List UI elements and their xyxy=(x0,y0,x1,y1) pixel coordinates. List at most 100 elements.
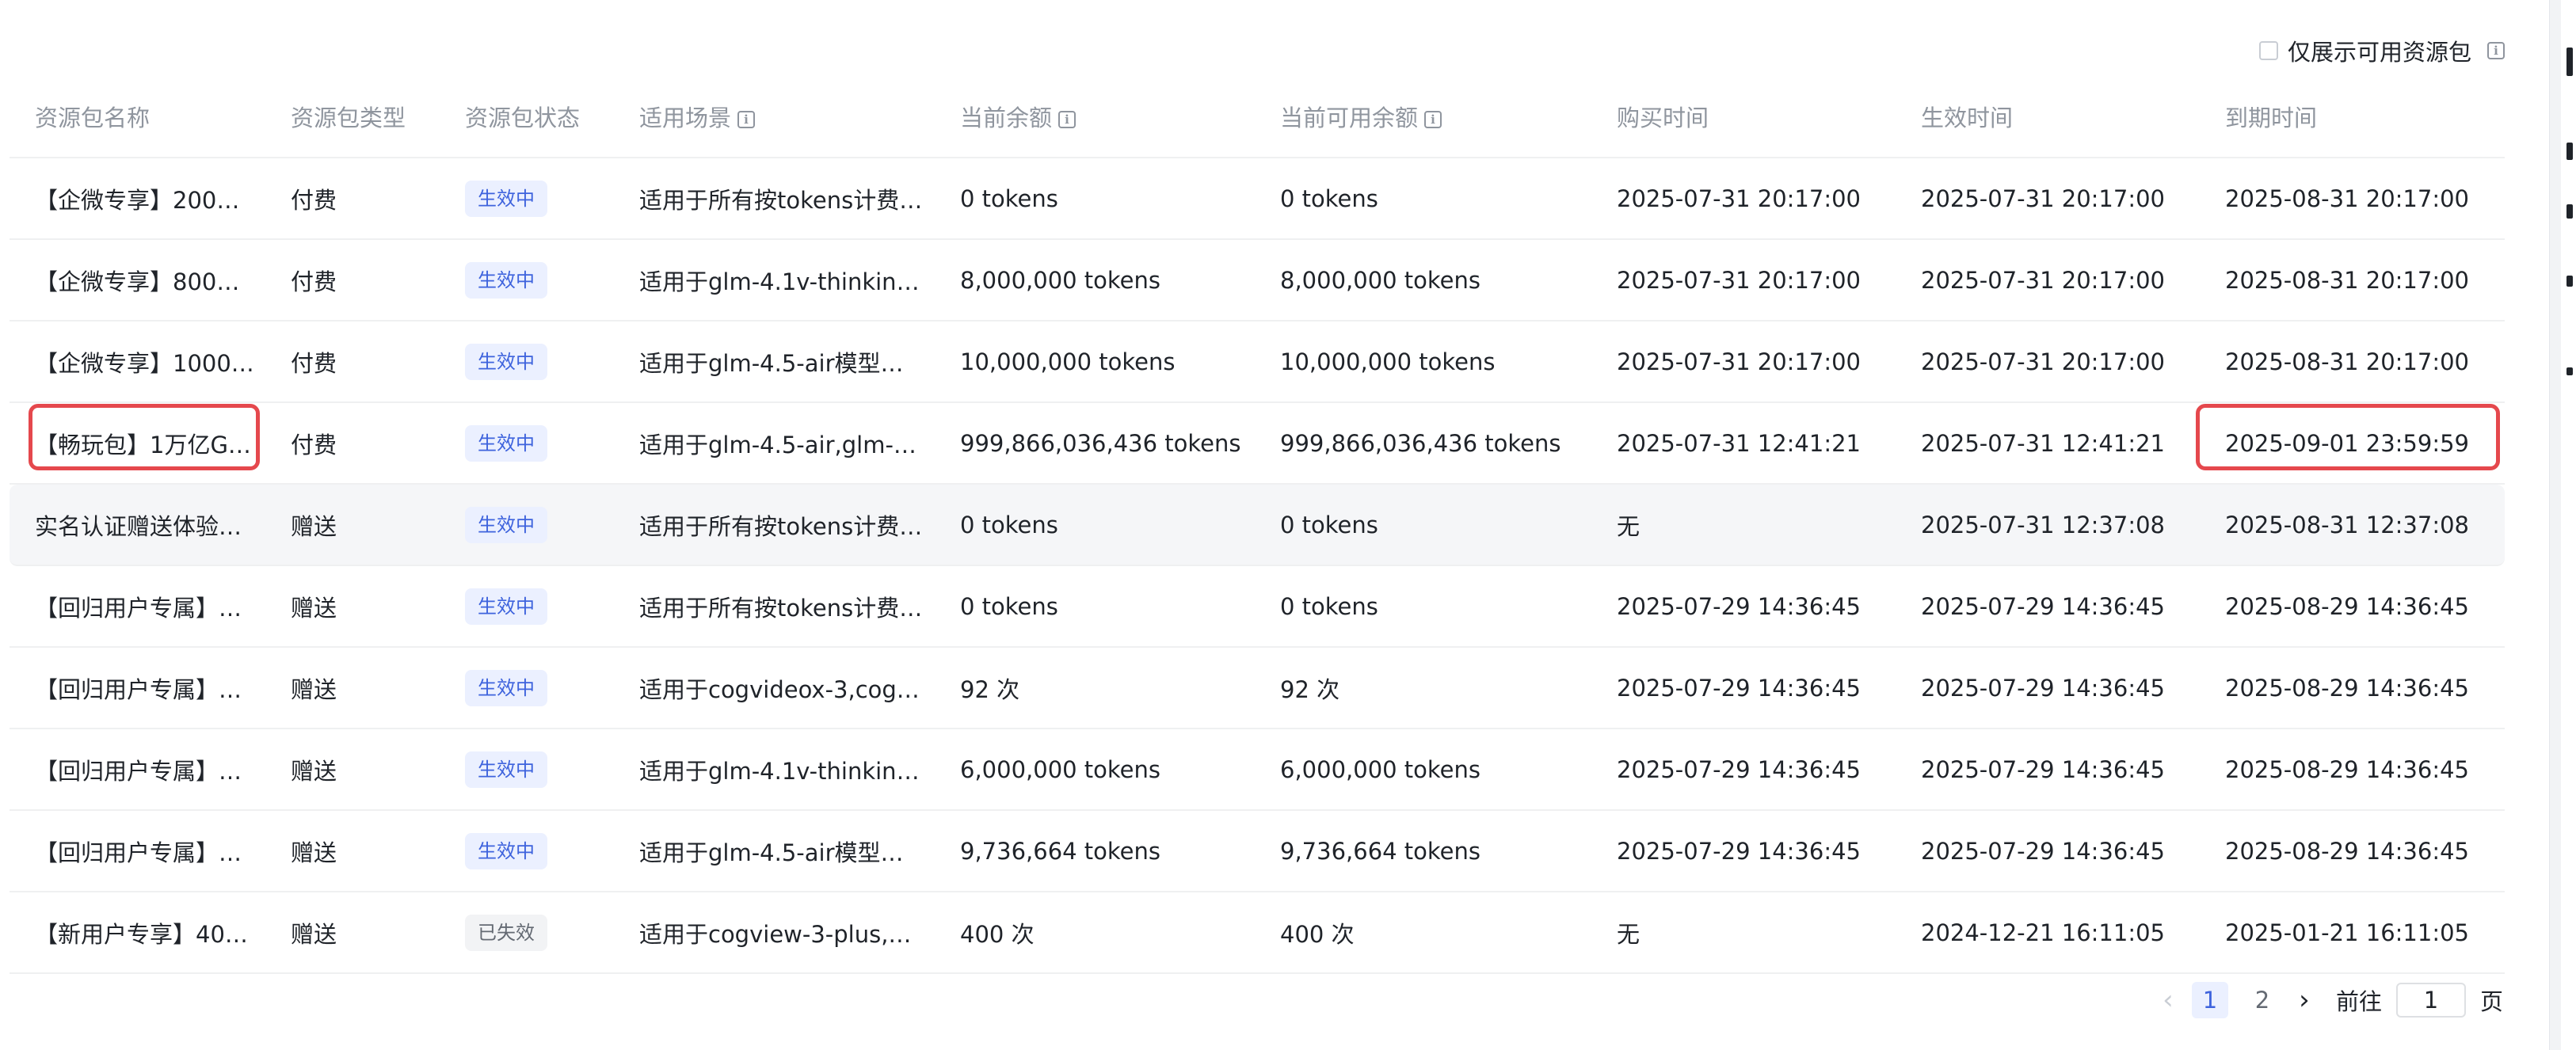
expiry-time-value: 2025-01-21 16:11:05 xyxy=(2225,919,2469,946)
applicable-scene-value: 适用于glm-4.1v-thinkin… xyxy=(639,757,920,785)
available-balance-value: 92 次 xyxy=(1280,675,1340,703)
status-badge: 生效中 xyxy=(465,669,547,706)
status-badge: 生效中 xyxy=(465,751,547,788)
applicable-scene-cell: 适用于所有按tokens计费… xyxy=(614,590,935,623)
package-type-cell: 赠送 xyxy=(265,508,440,542)
table-row[interactable]: 【企微专享】200… 付费 生效中 适用于所有按tokens计费… 0 tokens 0 … xyxy=(10,158,2505,240)
table-row[interactable]: 【企微专享】1000… 付费 生效中 适用于glm-4.5-air模型… 10,000,… xyxy=(10,321,2505,403)
purchase-time-cell: 2025-07-31 12:41:21 xyxy=(1591,430,1896,457)
purchase-time-value: 2025-07-29 14:36:45 xyxy=(1617,592,1861,620)
package-type-value: 付费 xyxy=(291,349,337,377)
available-balance-cell: 0 tokens xyxy=(1255,593,1591,620)
package-name-cell: 【企微专享】800… xyxy=(10,264,265,297)
package-name-value: 【企微专享】200… xyxy=(35,186,240,214)
header-purchase-time: 购买时间 xyxy=(1591,100,1896,133)
table-row[interactable]: 【企微专享】800… 付费 生效中 适用于glm-4.1v-thinkin… 8,000… xyxy=(10,240,2505,321)
effective-time-cell: 2025-07-29 14:36:45 xyxy=(1896,756,2200,783)
header-label: 到期时间 xyxy=(2225,105,2318,131)
header-label: 当前余额 xyxy=(960,105,1053,131)
table-row[interactable]: 【回归用户专属】… 赠送 生效中 适用于cogvideox-3,cog… 92 次 92 … xyxy=(10,648,2505,729)
package-type-value: 赠送 xyxy=(291,512,337,540)
current-balance-value: 8,000,000 tokens xyxy=(960,266,1161,294)
available-only-label: 仅展示可用资源包 xyxy=(2287,39,2471,66)
table-row[interactable]: 【回归用户专属】… 赠送 生效中 适用于所有按tokens计费… 0 tokens 0 t… xyxy=(10,566,2505,648)
available-only-filter[interactable]: 仅展示可用资源包 i xyxy=(2258,35,2505,67)
header-package-type: 资源包类型 xyxy=(265,100,440,133)
table-row[interactable]: 【回归用户专属】… 赠送 生效中 适用于glm-4.5-air模型… 9,736,664… xyxy=(10,811,2505,892)
expiry-time-value: 2025-09-01 23:59:59 xyxy=(2225,429,2469,457)
prev-page-icon[interactable]: ‹ xyxy=(2152,982,2184,1018)
package-name-value: 【回归用户专属】… xyxy=(35,839,242,866)
info-icon[interactable]: i xyxy=(1424,111,1442,128)
current-balance-value: 0 tokens xyxy=(960,185,1058,212)
applicable-scene-cell: 适用于cogview-3-plus,… xyxy=(614,916,935,949)
info-icon[interactable]: i xyxy=(737,111,756,128)
table-row[interactable]: 实名认证赠送体验… 赠送 生效中 适用于所有按tokens计费… 0 tokens 0 t… xyxy=(10,485,2505,566)
next-page-icon[interactable]: › xyxy=(2288,982,2320,1018)
table-row[interactable]: 【新用户专享】40… 赠送 已失效 适用于cogview-3-plus,… 400 次 4… xyxy=(10,892,2505,974)
purchase-time-cell: 无 xyxy=(1591,916,1896,949)
package-name-value: 【畅玩包】1万亿G… xyxy=(35,431,251,458)
effective-time-value: 2025-07-31 12:41:21 xyxy=(1921,429,2165,457)
available-balance-cell: 400 次 xyxy=(1255,916,1591,949)
effective-time-value: 2025-07-31 20:17:00 xyxy=(1921,348,2165,375)
expiry-time-value: 2025-08-31 20:17:00 xyxy=(2225,348,2469,375)
header-applicable-scene: 适用场景 i xyxy=(614,100,935,133)
effective-time-cell: 2025-07-29 14:36:45 xyxy=(1896,838,2200,865)
package-type-cell: 付费 xyxy=(265,427,440,460)
expiry-time-value: 2025-08-29 14:36:45 xyxy=(2225,837,2469,865)
status-badge: 生效中 xyxy=(465,261,547,299)
package-type-cell: 赠送 xyxy=(265,753,440,786)
page-2-button[interactable]: 2 xyxy=(2244,982,2281,1018)
package-type-value: 赠送 xyxy=(291,594,337,622)
current-balance-value: 999,866,036,436 tokens xyxy=(960,429,1241,457)
current-balance-value: 92 次 xyxy=(960,675,1020,703)
applicable-scene-value: 适用于glm-4.5-air模型… xyxy=(639,839,904,866)
applicable-scene-value: 适用于glm-4.1v-thinkin… xyxy=(639,268,920,295)
package-type-cell: 赠送 xyxy=(265,590,440,623)
jump-page-input[interactable] xyxy=(2395,983,2466,1018)
effective-time-cell: 2024-12-21 16:11:05 xyxy=(1896,919,2200,946)
applicable-scene-cell: 适用于glm-4.1v-thinkin… xyxy=(614,753,935,786)
status-badge: 生效中 xyxy=(465,180,547,217)
package-name-cell: 【回归用户专属】… xyxy=(10,753,265,786)
table-body: 【企微专享】200… 付费 生效中 适用于所有按tokens计费… 0 tokens 0 … xyxy=(10,158,2505,974)
header-label: 适用场景 xyxy=(639,105,732,131)
package-name-value: 【回归用户专属】… xyxy=(35,675,242,703)
expiry-time-cell: 2025-08-31 12:37:08 xyxy=(2200,512,2505,538)
available-balance-value: 6,000,000 tokens xyxy=(1280,755,1481,783)
applicable-scene-value: 适用于所有按tokens计费… xyxy=(639,512,923,540)
resource-package-table: 资源包名称 资源包类型 资源包状态 适用场景 i 当前余额 i 当前可用余额 i 购买时间 生效时间… xyxy=(10,76,2505,974)
available-balance-cell: 6,000,000 tokens xyxy=(1255,756,1591,783)
header-current-balance: 当前余额 i xyxy=(935,100,1255,133)
page-1-button[interactable]: 1 xyxy=(2191,982,2228,1018)
purchase-time-cell: 2025-07-29 14:36:45 xyxy=(1591,838,1896,865)
info-icon[interactable]: i xyxy=(1058,111,1077,128)
edge-mark xyxy=(2566,276,2573,287)
available-balance-value: 9,736,664 tokens xyxy=(1280,837,1481,865)
effective-time-value: 2025-07-31 12:37:08 xyxy=(1921,511,2165,538)
header-label: 资源包名称 xyxy=(35,105,151,131)
available-only-checkbox[interactable] xyxy=(2258,41,2278,60)
package-name-cell: 【回归用户专属】… xyxy=(10,835,265,868)
available-balance-value: 0 tokens xyxy=(1280,185,1378,212)
header-effective-time: 生效时间 xyxy=(1896,100,2200,133)
package-type-value: 付费 xyxy=(291,431,337,458)
purchase-time-value: 2025-07-29 14:36:45 xyxy=(1617,674,1861,702)
jump-label: 前往 xyxy=(2335,988,2382,1015)
edge-mark xyxy=(2566,204,2573,219)
scrollbar-track[interactable] xyxy=(2549,0,2561,1050)
package-status-cell: 生效中 xyxy=(440,669,614,706)
purchase-time-value: 无 xyxy=(1617,920,1640,948)
applicable-scene-value: 适用于cogvideox-3,cog… xyxy=(639,675,920,703)
purchase-time-cell: 2025-07-31 20:17:00 xyxy=(1591,185,1896,212)
package-name-value: 【回归用户专属】… xyxy=(35,757,242,785)
table-row[interactable]: 【回归用户专属】… 赠送 生效中 适用于glm-4.1v-thinkin… 6,000,… xyxy=(10,729,2505,811)
effective-time-cell: 2025-07-31 20:17:00 xyxy=(1896,185,2200,212)
available-balance-cell: 0 tokens xyxy=(1255,512,1591,538)
current-balance-cell: 0 tokens xyxy=(935,593,1255,620)
table-row[interactable]: 【畅玩包】1万亿G… 付费 生效中 适用于glm-4.5-air,glm-… 999,8… xyxy=(10,403,2505,485)
info-icon[interactable]: i xyxy=(2487,42,2505,59)
package-name-cell: 实名认证赠送体验… xyxy=(10,508,265,542)
status-badge: 生效中 xyxy=(465,506,547,543)
